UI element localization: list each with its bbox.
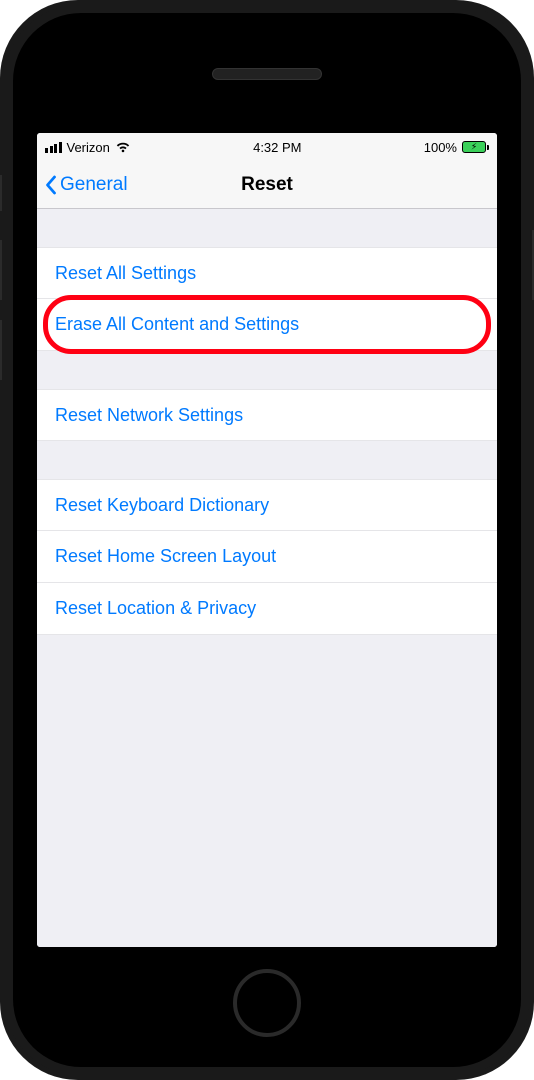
earpiece-speaker bbox=[212, 68, 322, 80]
row-label: Reset Keyboard Dictionary bbox=[55, 495, 269, 516]
row-label: Reset Location & Privacy bbox=[55, 598, 256, 619]
erase-all-content-row[interactable]: Erase All Content and Settings bbox=[37, 299, 497, 351]
back-label: General bbox=[60, 174, 128, 196]
settings-content: Reset All Settings Erase All Content and… bbox=[37, 209, 497, 947]
back-button[interactable]: General bbox=[37, 174, 128, 196]
phone-frame: Verizon 4:32 PM 100% ⚡︎ bbox=[0, 0, 534, 1080]
navigation-bar: General Reset bbox=[37, 161, 497, 209]
mute-switch bbox=[0, 175, 2, 211]
home-button[interactable] bbox=[233, 969, 301, 1037]
cellular-signal-icon bbox=[45, 142, 62, 153]
settings-group: Reset Network Settings bbox=[37, 389, 497, 441]
settings-group: Reset All Settings Erase All Content and… bbox=[37, 247, 497, 351]
status-bar: Verizon 4:32 PM 100% ⚡︎ bbox=[37, 133, 497, 161]
volume-down-button bbox=[0, 320, 2, 380]
row-label: Reset Home Screen Layout bbox=[55, 546, 276, 567]
reset-network-settings-row[interactable]: Reset Network Settings bbox=[37, 389, 497, 441]
reset-home-screen-layout-row[interactable]: Reset Home Screen Layout bbox=[37, 531, 497, 583]
carrier-label: Verizon bbox=[67, 140, 110, 155]
row-label: Reset All Settings bbox=[55, 263, 196, 284]
battery-percent-label: 100% bbox=[424, 140, 457, 155]
volume-up-button bbox=[0, 240, 2, 300]
row-label: Erase All Content and Settings bbox=[55, 314, 299, 335]
screen: Verizon 4:32 PM 100% ⚡︎ bbox=[37, 133, 497, 947]
status-time: 4:32 PM bbox=[253, 140, 301, 155]
reset-all-settings-row[interactable]: Reset All Settings bbox=[37, 247, 497, 299]
reset-keyboard-dictionary-row[interactable]: Reset Keyboard Dictionary bbox=[37, 479, 497, 531]
battery-icon: ⚡︎ bbox=[462, 141, 489, 153]
row-label: Reset Network Settings bbox=[55, 405, 243, 426]
wifi-icon bbox=[115, 141, 131, 153]
settings-group: Reset Keyboard Dictionary Reset Home Scr… bbox=[37, 479, 497, 635]
reset-location-privacy-row[interactable]: Reset Location & Privacy bbox=[37, 583, 497, 635]
chevron-left-icon bbox=[43, 175, 58, 195]
